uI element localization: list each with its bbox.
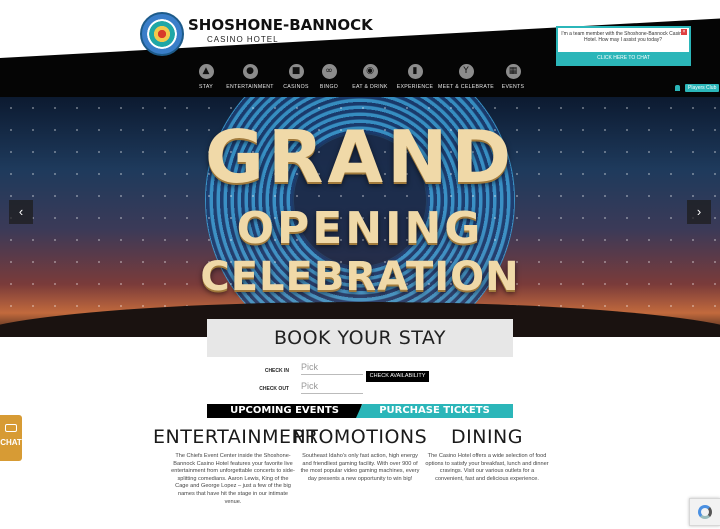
side-chat-label: CHAT bbox=[0, 438, 22, 447]
start-chat-button[interactable]: CLICK HERE TO CHAT bbox=[558, 52, 689, 64]
close-icon[interactable]: × bbox=[681, 29, 687, 35]
carousel-next-button[interactable]: › bbox=[687, 200, 711, 224]
nav-label: EVENTS bbox=[501, 84, 525, 90]
chat-bubble-icon bbox=[5, 424, 17, 432]
checkin-date-input[interactable]: Pick bbox=[301, 361, 363, 375]
side-chat-tab[interactable]: CHAT bbox=[0, 415, 22, 461]
chat-popup: I'm a team member with the Shoshone-Bann… bbox=[556, 26, 691, 66]
carousel-prev-button[interactable]: ‹ bbox=[9, 200, 33, 224]
casino-logo[interactable] bbox=[140, 12, 184, 56]
players-club-link[interactable]: Players Club bbox=[675, 84, 720, 92]
nav-item-events[interactable]: ▦ EVENTS bbox=[481, 64, 545, 90]
hero-headline-3: CELEBRATION bbox=[200, 254, 520, 300]
brand-name[interactable]: SHOSHONE-BANNOCK bbox=[188, 16, 373, 34]
upcoming-events-button[interactable]: UPCOMING EVENTS bbox=[207, 404, 362, 418]
backpack-icon: ▮ bbox=[407, 64, 423, 79]
user-icon bbox=[675, 85, 680, 91]
checkin-label: CHECK IN bbox=[264, 368, 289, 374]
checkout-date-input[interactable]: Pick bbox=[301, 380, 363, 394]
dining-text: The Casino Hotel offers a wide selection… bbox=[425, 453, 549, 482]
recaptcha-icon bbox=[698, 505, 712, 519]
recaptcha-badge[interactable] bbox=[689, 498, 720, 526]
dining-heading[interactable]: DINING bbox=[407, 426, 567, 448]
hero-headline-1: GRAND bbox=[204, 115, 516, 199]
players-club-label: Players Club bbox=[685, 84, 720, 92]
calendar-icon: ▦ bbox=[505, 64, 521, 79]
hero-banner: GRAND OPENING CELEBRATION ‹ › bbox=[0, 97, 720, 337]
promotions-text: Southeast Idaho's only fast action, high… bbox=[300, 453, 420, 482]
microphone-icon: ● bbox=[242, 64, 258, 79]
booking-title: BOOK YOUR STAY bbox=[207, 319, 513, 357]
hero-headline-2: OPENING bbox=[236, 203, 484, 254]
brand-subtitle: CASINO HOTEL bbox=[207, 35, 279, 44]
check-availability-button[interactable]: CHECK AVAILABILITY bbox=[366, 371, 429, 382]
glasses-icon: Y bbox=[458, 64, 474, 79]
booking-widget: BOOK YOUR STAY CHECK IN Pick CHECK OUT P… bbox=[207, 319, 513, 399]
bell-icon: ▲ bbox=[198, 64, 214, 79]
chat-message: I'm a team member with the Shoshone-Bann… bbox=[561, 31, 685, 43]
plate-icon: ◉ bbox=[362, 64, 378, 79]
checkout-label: CHECK OUT bbox=[259, 386, 289, 392]
entertainment-text: The Chiefs Event Center inside the Shosh… bbox=[171, 453, 295, 505]
purchase-tickets-button[interactable]: PURCHASE TICKETS bbox=[356, 404, 513, 418]
bingo-balls-icon: ∞ bbox=[321, 64, 337, 79]
